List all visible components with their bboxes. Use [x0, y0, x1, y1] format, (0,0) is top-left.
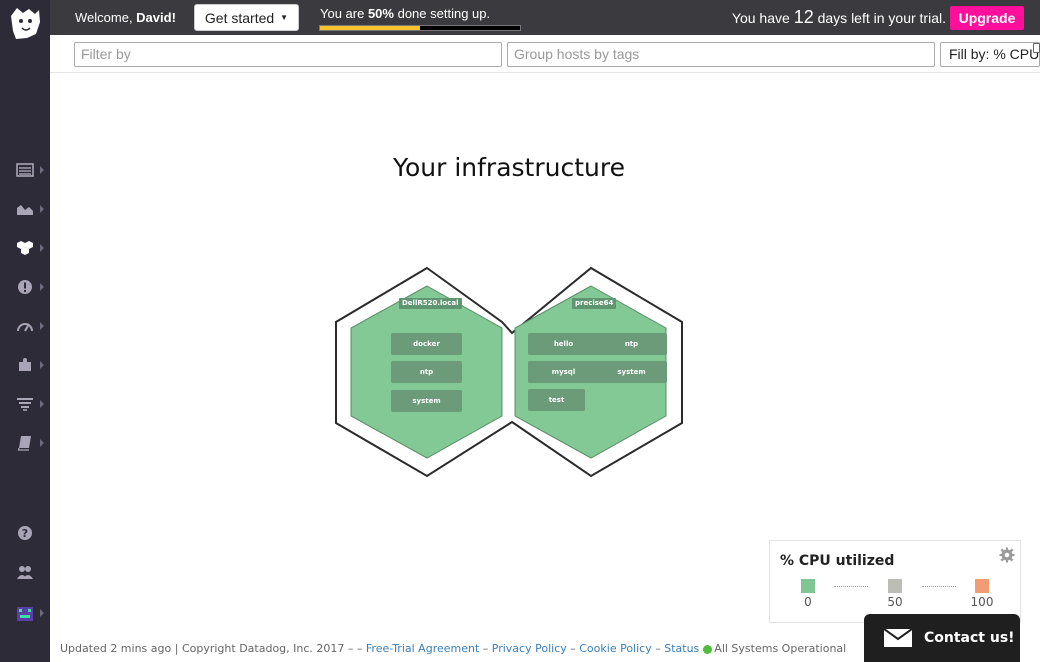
footer-copyright: Copyright Datadog, Inc. 2017 – –: [181, 642, 366, 655]
get-started-button[interactable]: Get started ▼: [194, 4, 299, 31]
get-started-label: Get started: [204, 9, 275, 26]
app-pill[interactable]: hello: [528, 333, 599, 355]
svg-text:?: ?: [22, 527, 28, 540]
footer-separator: –: [651, 642, 665, 655]
chevron-right-icon: [40, 361, 44, 369]
list-icon: [16, 163, 34, 177]
setup-progress-text: You are 50% done setting up.: [320, 6, 490, 21]
footer-separator: |: [171, 642, 182, 655]
chevron-right-icon: [40, 283, 44, 291]
sidebar-item-metrics[interactable]: [0, 194, 50, 224]
app-root: ? Welcome, David! Get started ▼ You are 5…: [0, 0, 1040, 662]
alert-icon: [18, 280, 32, 294]
footer-separator: –: [566, 642, 580, 655]
contact-us-label: Contact us!: [924, 630, 1015, 646]
top-bar: Welcome, David! Get started ▼ You are 50%…: [50, 0, 1040, 35]
sidebar-item-dashboards[interactable]: [0, 155, 50, 185]
fill-by-select[interactable]: Fill by: % CPU: [940, 42, 1040, 67]
area-chart-icon: [17, 205, 33, 215]
legend-swatch-mid: [888, 579, 902, 593]
chevron-right-icon: [40, 609, 44, 617]
legend-divider: [834, 586, 868, 587]
panel-toggle-icon[interactable]: [1033, 43, 1040, 53]
welcome-user: David!: [136, 10, 176, 25]
app-pill[interactable]: system: [596, 361, 667, 383]
sidebar-item-integrations[interactable]: [0, 350, 50, 380]
system-status: All Systems Operational: [714, 642, 847, 655]
free-trial-agreement-link[interactable]: Free-Trial Agreement: [366, 642, 479, 655]
setup-percent: 50%: [367, 6, 394, 21]
sidebar-item-infrastructure[interactable]: [0, 233, 50, 263]
status-link[interactable]: Status: [664, 642, 699, 655]
privacy-policy-link[interactable]: Privacy Policy: [492, 642, 567, 655]
sidebar-item-account[interactable]: [0, 598, 50, 628]
app-pill[interactable]: ntp: [391, 361, 462, 383]
users-icon: [17, 566, 33, 579]
chevron-right-icon: [40, 439, 44, 447]
legend-value-low: 0: [804, 595, 812, 609]
app-pill[interactable]: mysql: [528, 361, 599, 383]
footer-updated: Updated 2 mins ago: [60, 642, 172, 655]
host-map: DellR520.local docker ntp system precise…: [330, 262, 690, 482]
trial-days: 12: [793, 7, 814, 27]
welcome-message: Welcome, David!: [75, 10, 176, 25]
footer: Updated 2 mins ago | Copyright Datadog, …: [60, 642, 846, 655]
legend-swatch-high: [975, 579, 989, 593]
cpu-legend: % CPU utilized 0 50 100: [769, 540, 1021, 623]
filter-icon: [17, 398, 33, 411]
setup-suffix: done setting up.: [393, 6, 491, 21]
sidebar-item-logs[interactable]: [0, 389, 50, 419]
welcome-prefix: Welcome,: [75, 10, 137, 25]
envelope-icon: [884, 629, 912, 647]
trial-prefix: You have: [731, 10, 794, 26]
trial-message: You have 12 days left in your trial.: [732, 7, 946, 28]
sidebar-item-notebooks[interactable]: [0, 428, 50, 458]
legend-title: % CPU utilized: [780, 553, 895, 569]
host-label: precise64: [572, 298, 617, 309]
gauge-icon: [17, 323, 33, 332]
footer-separator: –: [479, 642, 492, 655]
host-label: DellR520.local: [399, 298, 462, 309]
datadog-logo-icon[interactable]: [7, 4, 43, 42]
chevron-right-icon: [40, 205, 44, 213]
cookie-policy-link[interactable]: Cookie Policy: [579, 642, 651, 655]
sidebar-item-apm[interactable]: [0, 311, 50, 341]
contact-us-button[interactable]: Contact us!: [864, 614, 1020, 662]
chevron-right-icon: [40, 400, 44, 408]
setup-progress-fill: [320, 26, 420, 30]
app-pill[interactable]: system: [391, 390, 462, 412]
setup-progress-bar: [319, 25, 521, 31]
sidebar-item-monitors[interactable]: [0, 272, 50, 302]
app-pill[interactable]: docker: [391, 333, 462, 355]
avatar-icon: [14, 602, 36, 624]
legend-value-mid: 50: [887, 595, 903, 609]
legend-divider: [922, 586, 956, 587]
gear-icon[interactable]: [999, 547, 1015, 563]
legend-swatch-low: [801, 579, 815, 593]
page-title: Your infrastructure: [393, 153, 625, 182]
hexagons-icon: [17, 241, 33, 255]
filter-bar: Filter by Group hosts by tags Fill by: %…: [50, 35, 1040, 73]
setup-prefix: You are: [320, 6, 368, 21]
sidebar: ?: [0, 0, 50, 662]
trial-suffix: days left in your trial.: [813, 10, 946, 26]
filter-input[interactable]: Filter by: [74, 42, 502, 67]
puzzle-icon: [19, 358, 31, 371]
chevron-right-icon: [40, 244, 44, 252]
book-icon: [17, 436, 31, 451]
app-pill[interactable]: test: [528, 389, 585, 411]
sidebar-item-help[interactable]: ?: [0, 518, 50, 548]
sidebar-item-team[interactable]: [0, 557, 50, 587]
legend-value-high: 100: [970, 595, 994, 609]
chevron-right-icon: [40, 166, 44, 174]
app-pill[interactable]: ntp: [596, 333, 667, 355]
upgrade-button[interactable]: Upgrade: [950, 6, 1024, 30]
group-by-tags-input[interactable]: Group hosts by tags: [507, 42, 935, 67]
help-icon: ?: [18, 526, 32, 540]
status-dot-icon: [703, 644, 713, 654]
chevron-right-icon: [40, 322, 44, 330]
chevron-down-icon: ▼: [280, 13, 289, 22]
